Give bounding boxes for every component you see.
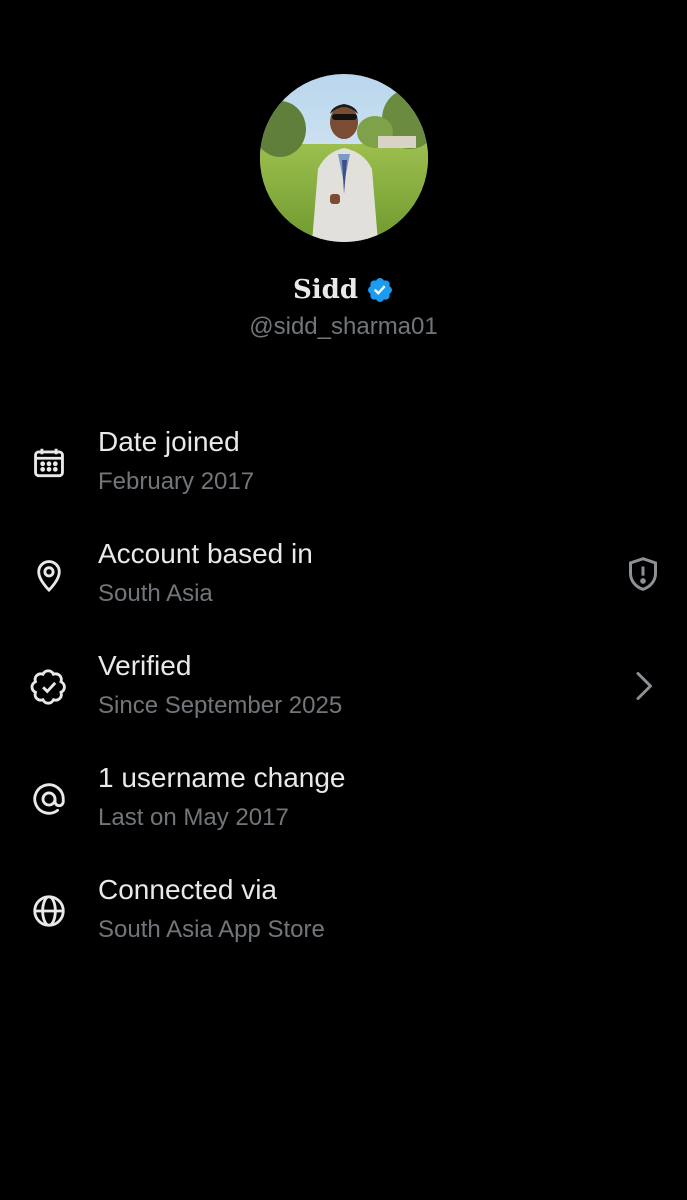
chevron-right-icon[interactable]: [623, 666, 663, 706]
connected-via-title: Connected via: [98, 874, 278, 905]
globe-icon: [30, 892, 68, 930]
connected-via-item: Connected via South Asia App Store: [0, 862, 687, 974]
date-joined-value: February 2017: [98, 468, 255, 495]
verified-since-value: Since September 2025: [98, 692, 343, 719]
name-row: Sidd: [0, 272, 687, 308]
date-joined-item: Date joined February 2017: [0, 414, 687, 526]
verified-badge-icon[interactable]: [366, 276, 394, 304]
about-account-list: Date joined February 2017 Account based …: [0, 414, 687, 974]
display-name: Sidd: [292, 275, 358, 305]
avatar[interactable]: [260, 74, 428, 242]
username-change-value: Last on May 2017: [98, 804, 289, 831]
username-change-item: 1 username change Last on May 2017: [0, 750, 687, 862]
username-handle: @sidd_sharma01: [249, 313, 438, 340]
location-pin-icon: [30, 556, 68, 594]
calendar-icon: [30, 444, 68, 482]
verified-item[interactable]: Verified Since September 2025: [0, 638, 687, 750]
account-location-value: South Asia: [98, 580, 213, 607]
verified-title: Verified: [98, 650, 192, 681]
verified-check-icon: [30, 668, 68, 706]
account-location-item: Account based in South Asia: [0, 526, 687, 638]
date-joined-title: Date joined: [98, 426, 240, 457]
at-sign-icon: [30, 780, 68, 818]
shield-alert-icon[interactable]: [623, 554, 663, 594]
avatar-photo: [260, 74, 428, 242]
username-change-title: 1 username change: [98, 762, 346, 793]
connected-via-value: South Asia App Store: [98, 916, 325, 943]
account-location-title: Account based in: [98, 538, 313, 569]
